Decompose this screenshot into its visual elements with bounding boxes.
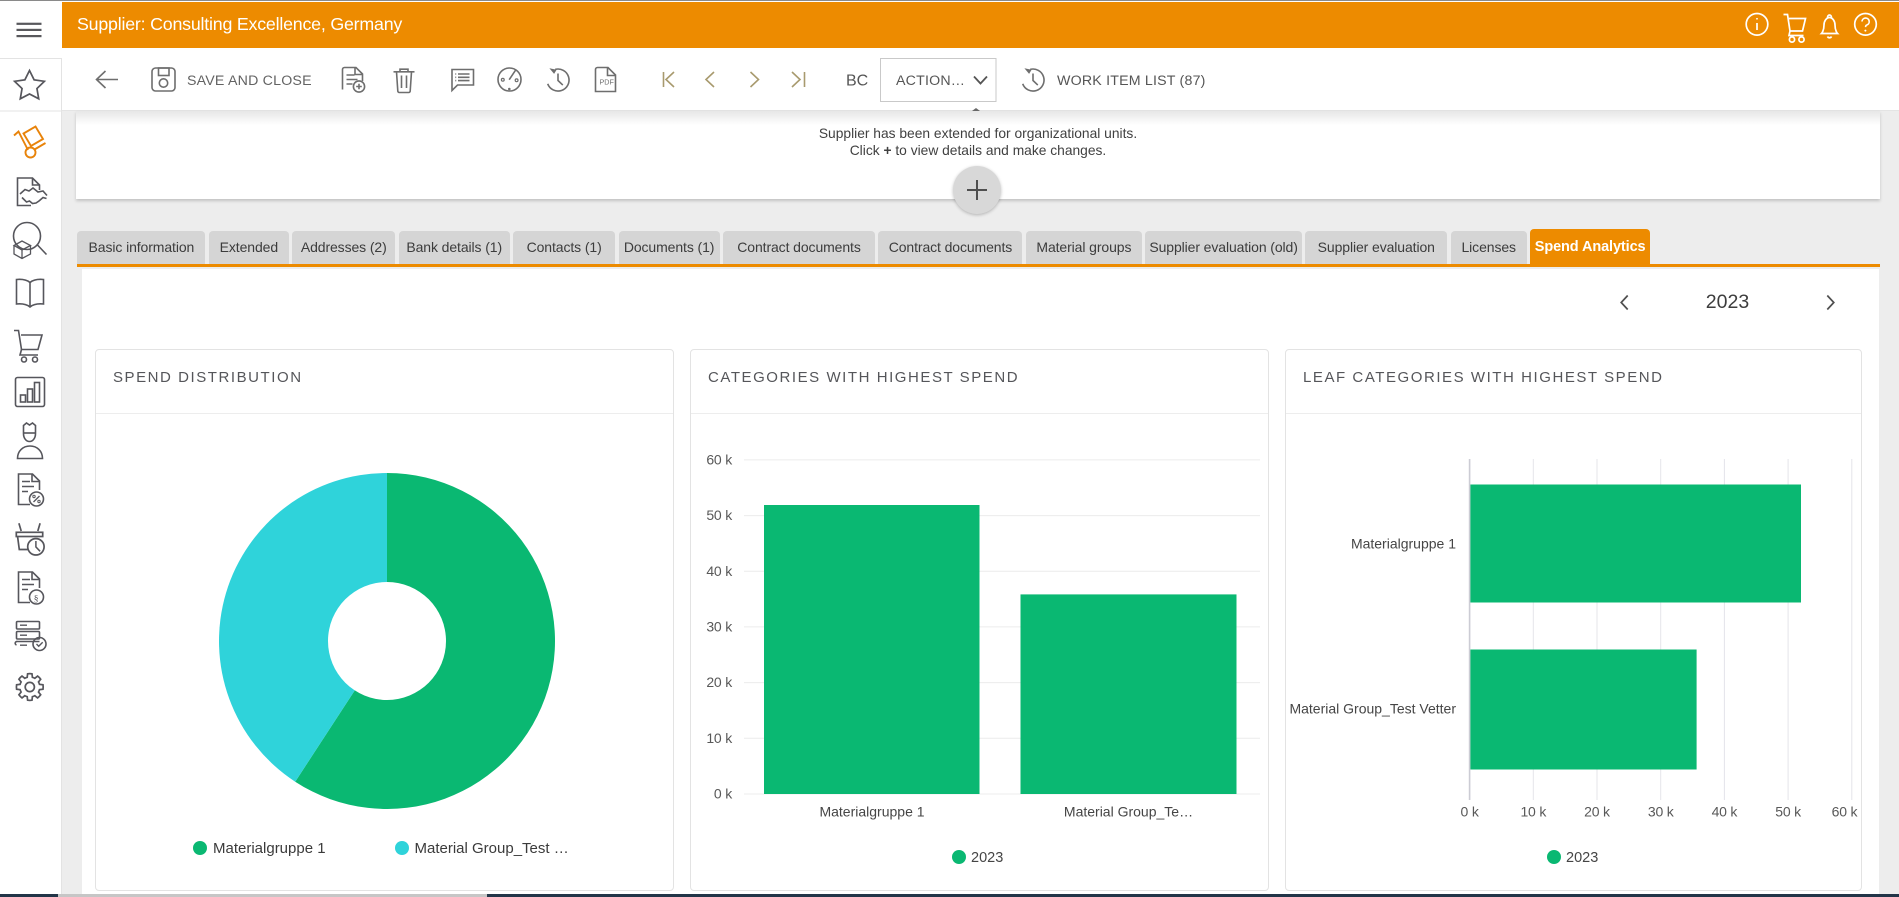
svg-text:0 k: 0 k bbox=[714, 786, 733, 802]
svg-text:50 k: 50 k bbox=[1775, 804, 1802, 820]
svg-text:Materialgruppe 1: Materialgruppe 1 bbox=[819, 804, 924, 820]
svg-text:2023: 2023 bbox=[971, 850, 1003, 866]
svg-text:50 k: 50 k bbox=[706, 507, 733, 523]
svg-text:Material Group_Te…: Material Group_Te… bbox=[1064, 804, 1193, 820]
svg-text:10 k: 10 k bbox=[1520, 804, 1547, 820]
svg-text:PDF: PDF bbox=[600, 77, 615, 86]
svg-text:30 k: 30 k bbox=[706, 618, 733, 634]
svg-text:WORK ITEM LIST (87): WORK ITEM LIST (87) bbox=[1057, 73, 1206, 89]
svg-text:§: § bbox=[34, 595, 39, 605]
svg-text:20 k: 20 k bbox=[706, 674, 733, 690]
svg-text:40 k: 40 k bbox=[706, 563, 733, 579]
svg-text:60 k: 60 k bbox=[1832, 804, 1859, 820]
svg-text:10 k: 10 k bbox=[706, 730, 733, 746]
svg-text:0 k: 0 k bbox=[1461, 804, 1480, 820]
svg-text:ACTION…: ACTION… bbox=[896, 73, 965, 89]
svg-text:Material Group_Test Vetter: Material Group_Test Vetter bbox=[1289, 701, 1456, 717]
svg-text:Materialgruppe 1: Materialgruppe 1 bbox=[1351, 536, 1456, 552]
svg-text:20 k: 20 k bbox=[1584, 804, 1611, 820]
svg-text:40 k: 40 k bbox=[1712, 804, 1739, 820]
svg-text:BC: BC bbox=[846, 72, 868, 89]
svg-text:30 k: 30 k bbox=[1648, 804, 1675, 820]
svg-text:2023: 2023 bbox=[1566, 850, 1598, 866]
svg-text:60 k: 60 k bbox=[706, 451, 733, 467]
svg-text:SAVE AND CLOSE: SAVE AND CLOSE bbox=[187, 73, 312, 89]
